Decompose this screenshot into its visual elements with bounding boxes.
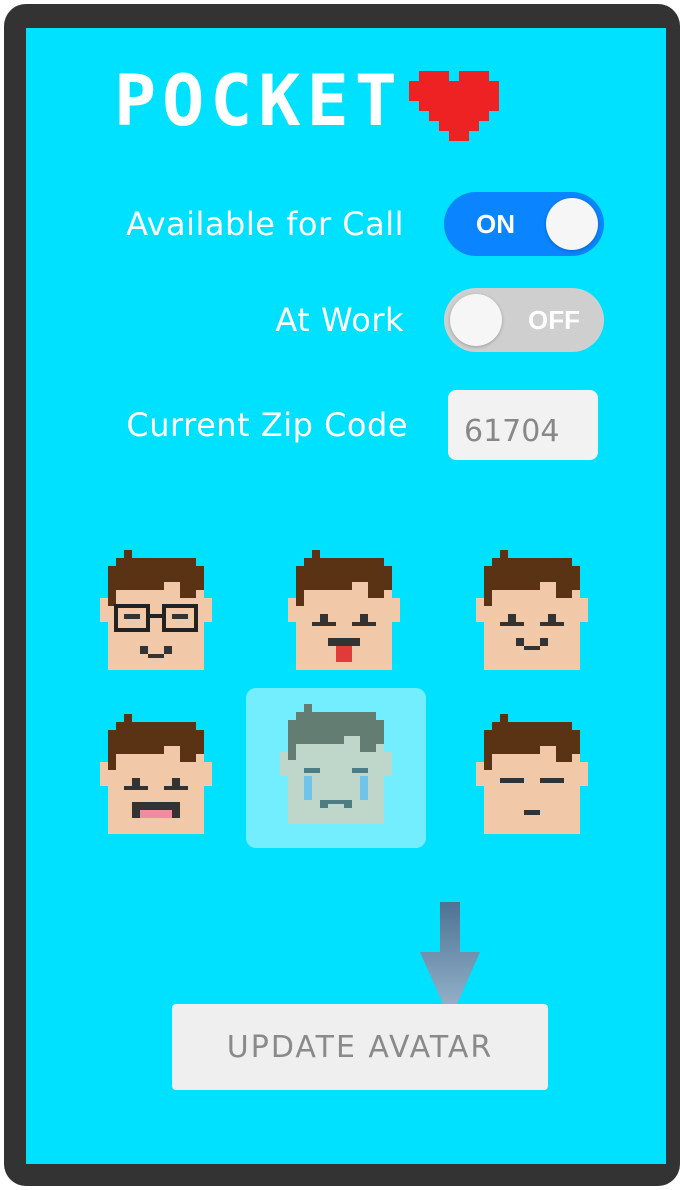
available-for-call-row: Available for Call ON [26, 189, 666, 259]
toggle-state-text: OFF [528, 305, 580, 335]
avatar-sleepy-icon [476, 714, 588, 834]
avatar-sleepy[interactable] [442, 698, 622, 858]
avatar-glasses-smile[interactable] [66, 534, 246, 694]
avatar-glasses-smile-icon [100, 550, 212, 670]
avatar-laughing-icon [100, 714, 212, 834]
pixel-heart-icon [408, 71, 499, 141]
at-work-row: At Work OFF [26, 285, 666, 355]
available-for-call-label: Available for Call [126, 205, 404, 243]
toggle-state-text: ON [476, 209, 515, 239]
toggle-knob [546, 198, 598, 250]
avatar-tongue-out[interactable] [254, 534, 434, 694]
avatar-crying[interactable] [246, 688, 426, 848]
at-work-label: At Work [275, 301, 404, 339]
toggle-knob [450, 294, 502, 346]
avatar-tongue-out-icon [288, 550, 400, 670]
avatar-happy-smile[interactable] [442, 534, 622, 694]
app-logo: POCKET [114, 66, 509, 142]
avatar-laughing[interactable] [66, 698, 246, 858]
avatar-crying-icon [280, 704, 392, 824]
zip-code-label: Current Zip Code [126, 406, 408, 444]
logo-text: POCKET [114, 60, 403, 142]
avatar-happy-smile-icon [476, 550, 588, 670]
zip-code-input[interactable] [448, 390, 598, 460]
zip-code-row: Current Zip Code [26, 390, 666, 460]
at-work-toggle[interactable]: OFF [444, 288, 604, 352]
app-screen: POCKET Available for Call ON At Work OFF… [26, 28, 666, 1164]
available-for-call-toggle[interactable]: ON [444, 192, 604, 256]
device-frame: POCKET Available for Call ON At Work OFF… [4, 4, 680, 1186]
update-avatar-button[interactable]: UPDATE AVATAR [172, 1004, 548, 1090]
